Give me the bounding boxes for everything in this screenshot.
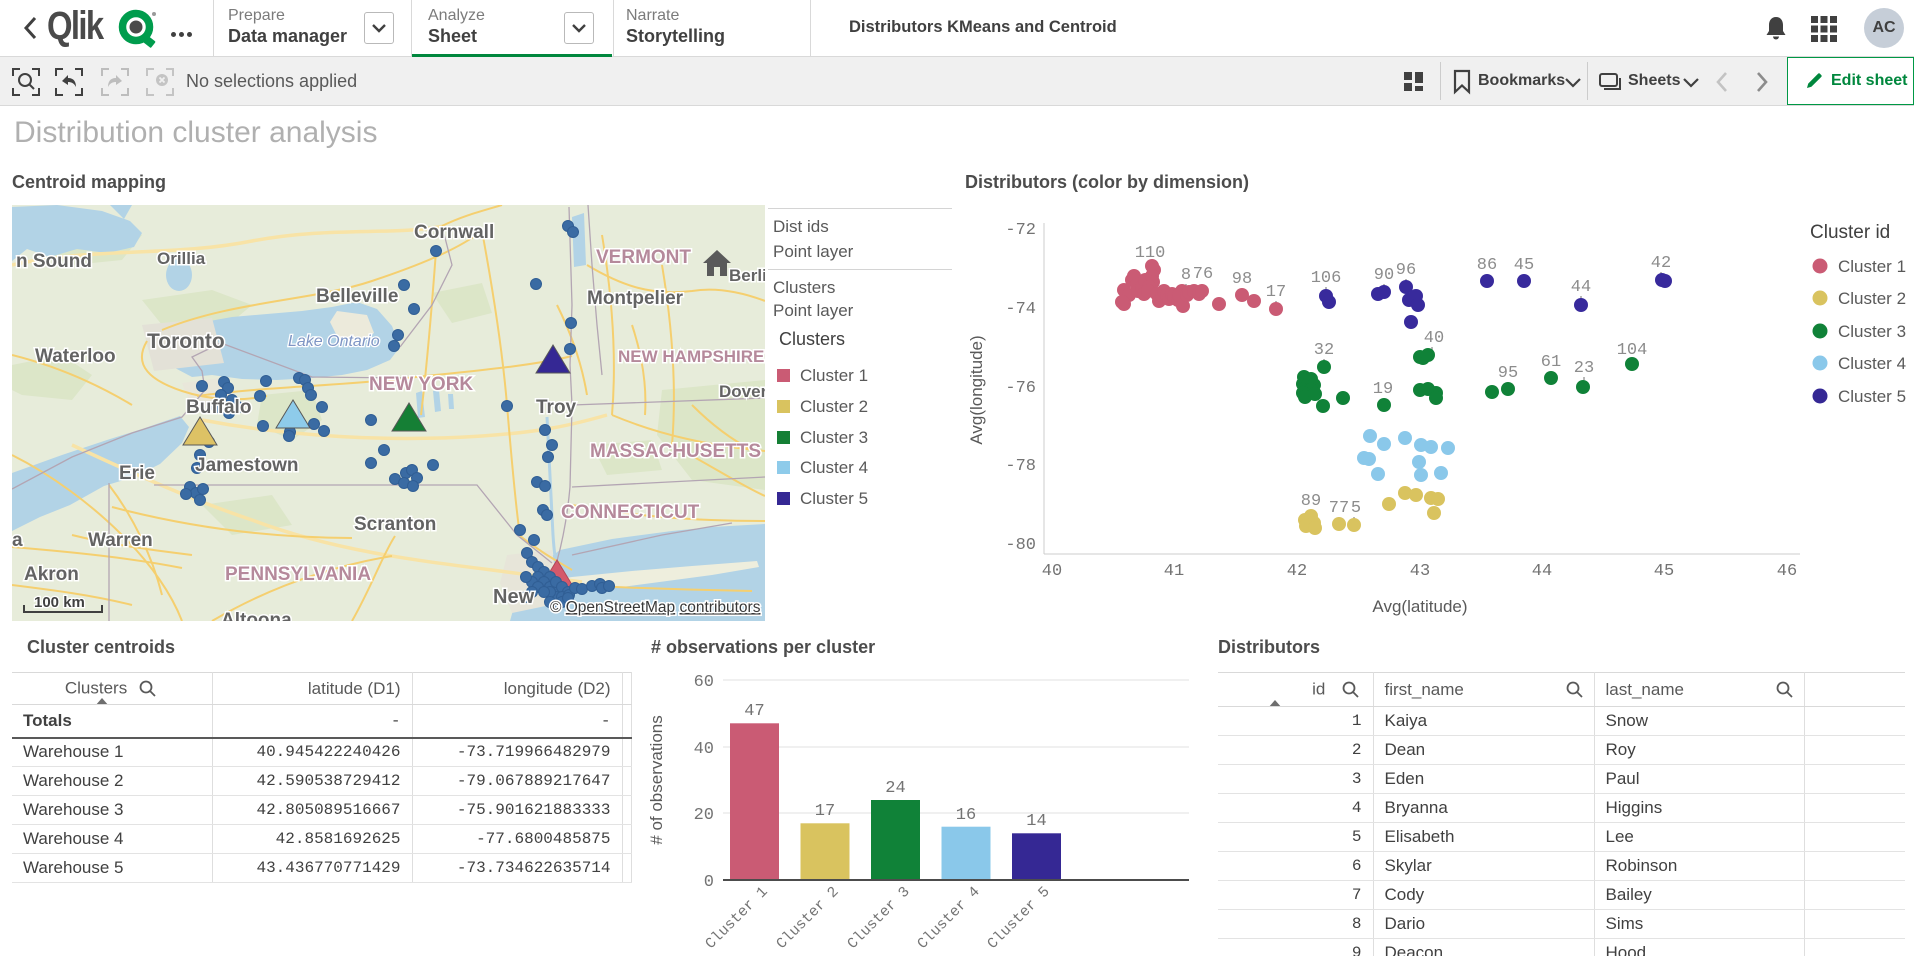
svg-text:Buffalo: Buffalo [186, 397, 251, 418]
svg-text:Cluster 3: Cluster 3 [844, 884, 913, 953]
svg-text:110: 110 [1135, 244, 1166, 263]
svg-text:© OpenStreetMap contributors: © OpenStreetMap contributors [550, 599, 761, 616]
svg-text:Cluster 3: Cluster 3 [1838, 322, 1906, 341]
svg-text:Cluster id: Cluster id [1810, 222, 1890, 243]
svg-text:Avg(latitude): Avg(latitude) [1372, 597, 1467, 616]
svg-text:16: 16 [956, 806, 976, 825]
svg-text:New: New [493, 586, 535, 608]
svg-text:Cluster 5: Cluster 5 [984, 884, 1053, 953]
svg-text:Erie: Erie [119, 463, 155, 484]
svg-text:42: 42 [1651, 254, 1671, 273]
svg-text:-74: -74 [1005, 300, 1036, 319]
svg-text:Cluster 5: Cluster 5 [1838, 387, 1906, 406]
svg-text:CONNECTICUT: CONNECTICUT [561, 502, 700, 523]
svg-text:45: 45 [1514, 256, 1534, 275]
svg-text:Altoona: Altoona [221, 610, 292, 621]
svg-text:20: 20 [694, 806, 714, 825]
svg-text:32: 32 [1314, 341, 1334, 360]
svg-text:Troy: Troy [536, 397, 577, 418]
svg-text:40: 40 [1042, 562, 1062, 581]
svg-text:5: 5 [1351, 499, 1361, 518]
svg-text:-78: -78 [1005, 457, 1036, 476]
svg-text:40: 40 [694, 740, 714, 759]
svg-text:96: 96 [1396, 261, 1416, 280]
svg-text:Lake Ontario: Lake Ontario [288, 333, 380, 350]
svg-text:0: 0 [704, 873, 714, 892]
svg-text:PENNSYLVANIA: PENNSYLVANIA [225, 564, 371, 585]
svg-text:43: 43 [1410, 562, 1430, 581]
svg-text:8: 8 [1181, 266, 1191, 285]
svg-text:14: 14 [1026, 812, 1046, 831]
svg-text:44: 44 [1571, 278, 1591, 297]
svg-text:Dover: Dover [719, 382, 765, 401]
svg-text:89: 89 [1301, 492, 1321, 511]
svg-text:45: 45 [1654, 562, 1674, 581]
svg-text:VERMONT: VERMONT [596, 247, 691, 268]
svg-text:a: a [12, 530, 23, 551]
svg-text:Cluster 1: Cluster 1 [1838, 257, 1906, 276]
svg-text:Cluster 4: Cluster 4 [1838, 354, 1906, 373]
svg-text:41: 41 [1164, 562, 1184, 581]
svg-text:Waterloo: Waterloo [35, 346, 116, 367]
svg-text:44: 44 [1532, 562, 1552, 581]
svg-text:# of observations: # of observations [647, 715, 666, 844]
svg-text:98: 98 [1232, 270, 1252, 289]
svg-text:-72: -72 [1005, 221, 1036, 240]
svg-text:NEW HAMPSHIRE: NEW HAMPSHIRE [618, 347, 764, 366]
svg-text:Orillia: Orillia [157, 249, 206, 268]
svg-text:Berlin: Berlin [729, 266, 765, 285]
svg-text:40: 40 [1424, 329, 1444, 348]
svg-text:Cluster 2: Cluster 2 [1838, 289, 1906, 308]
svg-text:NEW YORK: NEW YORK [369, 374, 473, 395]
svg-text:n Sound: n Sound [16, 251, 92, 272]
svg-text:Cluster 1: Cluster 1 [702, 884, 771, 953]
svg-text:23: 23 [1574, 359, 1594, 378]
svg-text:Avg(longitude): Avg(longitude) [967, 335, 986, 444]
svg-text:Toronto: Toronto [147, 330, 225, 353]
svg-text:17: 17 [1266, 283, 1286, 302]
svg-text:Akron: Akron [24, 564, 79, 585]
svg-text:86: 86 [1477, 256, 1497, 275]
svg-text:60: 60 [694, 673, 714, 692]
svg-text:Cluster 2: Cluster 2 [773, 884, 842, 953]
svg-text:Cluster 4: Cluster 4 [914, 884, 983, 953]
svg-text:Montpelier: Montpelier [587, 288, 684, 309]
svg-text:46: 46 [1777, 562, 1797, 581]
svg-text:24: 24 [885, 779, 905, 798]
svg-text:-80: -80 [1005, 536, 1036, 555]
svg-text:76: 76 [1193, 265, 1213, 284]
svg-text:104: 104 [1617, 341, 1648, 360]
svg-text:Warren: Warren [88, 530, 153, 551]
svg-text:Jamestown: Jamestown [195, 455, 298, 476]
svg-text:100 km: 100 km [34, 594, 85, 611]
svg-text:Scranton: Scranton [354, 514, 436, 535]
svg-text:Cornwall: Cornwall [414, 222, 494, 243]
svg-text:42: 42 [1287, 562, 1307, 581]
svg-text:90: 90 [1374, 266, 1394, 285]
svg-text:MASSACHUSETTS: MASSACHUSETTS [590, 441, 761, 462]
svg-text:19: 19 [1373, 380, 1393, 399]
svg-text:95: 95 [1498, 364, 1518, 383]
svg-text:47: 47 [744, 702, 764, 721]
svg-text:106: 106 [1311, 269, 1342, 288]
svg-text:-76: -76 [1005, 379, 1036, 398]
svg-text:Belleville: Belleville [316, 286, 398, 307]
svg-text:17: 17 [815, 802, 835, 821]
svg-text:61: 61 [1541, 353, 1561, 372]
svg-text:77: 77 [1329, 499, 1349, 518]
